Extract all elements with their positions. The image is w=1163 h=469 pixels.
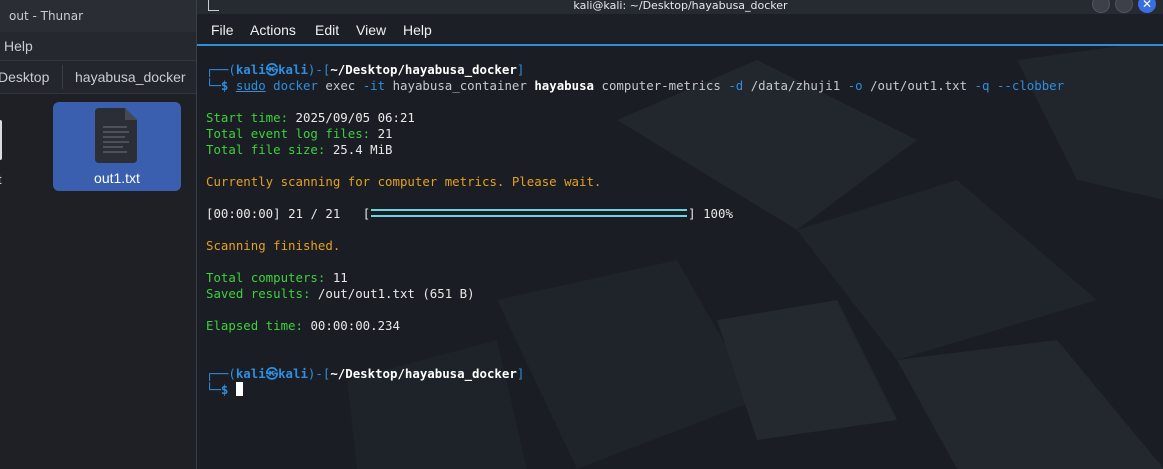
text-file-icon (95, 108, 137, 163)
close-icon: ✕ (1141, 0, 1153, 11)
terminal-title-bar[interactable]: kali@kali: ~/Desktop/hayabusa_docker ✕ (197, 0, 1163, 14)
elapsed-line: Elapsed time: 00:00:00.234 (206, 318, 400, 333)
saved-results-line: Saved results: /out/out1.txt (651 B) (206, 286, 475, 301)
event-files-line: Total event log files: 21 (206, 126, 393, 141)
file-size-line: Total file size: 25.4 MiB (206, 142, 393, 157)
file-name-label: out1.txt (94, 170, 140, 186)
finished-message: Scanning finished. (206, 238, 341, 253)
prompt-line-1: ┌──(kali㉿kali)-[~/Desktop/hayabusa_docke… (206, 62, 525, 77)
input-line[interactable]: └─$ (206, 382, 243, 398)
menu-file[interactable]: File (211, 20, 234, 40)
progress-bar (371, 209, 688, 217)
thunar-menu-help[interactable]: Help (4, 32, 33, 60)
prompt-path-2: ~/Desktop/hayabusa_docker (330, 366, 517, 381)
thunar-breadcrumb: Desktop hayabusa_docker (0, 60, 196, 94)
terminal-window[interactable]: kali@kali: ~/Desktop/hayabusa_docker ✕ F… (196, 0, 1163, 469)
partial-file-label: t (0, 172, 2, 187)
menu-actions[interactable]: Actions (250, 20, 296, 40)
thunar-window: out - Thunar Help Desktop hayabusa_docke… (0, 0, 196, 469)
thunar-window-title: out - Thunar (9, 9, 84, 23)
progress-line: [00:00:00] 21 / 21 [] 100% (206, 206, 733, 221)
scanning-message: Currently scanning for computer metrics.… (206, 174, 602, 189)
terminal-menu-bar: File Actions Edit View Help (197, 14, 1163, 46)
partial-file-icon[interactable] (0, 120, 2, 160)
command-line: └─$ sudo docker exec -it hayabusa_contai… (206, 78, 1065, 93)
file-item-out1[interactable]: out1.txt (53, 102, 181, 191)
terminal-window-title: kali@kali: ~/Desktop/hayabusa_docker (573, 0, 788, 12)
prompt-path: ~/Desktop/hayabusa_docker (330, 62, 517, 77)
menu-view[interactable]: View (356, 20, 386, 40)
breadcrumb-hayabusa-docker[interactable]: hayabusa_docker (75, 61, 186, 93)
start-time-line: Start time: 2025/09/05 06:21 (206, 110, 415, 125)
terminal-cursor (235, 382, 243, 396)
breadcrumb-separator (62, 65, 63, 89)
thunar-title-bar[interactable]: out - Thunar (0, 0, 196, 32)
menu-edit[interactable]: Edit (315, 20, 339, 40)
thunar-file-view[interactable]: t out1.txt (0, 94, 196, 469)
breadcrumb-desktop[interactable]: Desktop (0, 61, 49, 93)
computers-line: Total computers: 11 (206, 270, 348, 285)
menu-help[interactable]: Help (403, 20, 432, 40)
prompt-line-2: ┌──(kali㉿kali)-[~/Desktop/hayabusa_docke… (206, 366, 525, 381)
thunar-menu-bar: Help (0, 32, 196, 60)
terminal-output[interactable]: ┌──(kali㉿kali)-[~/Desktop/hayabusa_docke… (206, 62, 1156, 462)
